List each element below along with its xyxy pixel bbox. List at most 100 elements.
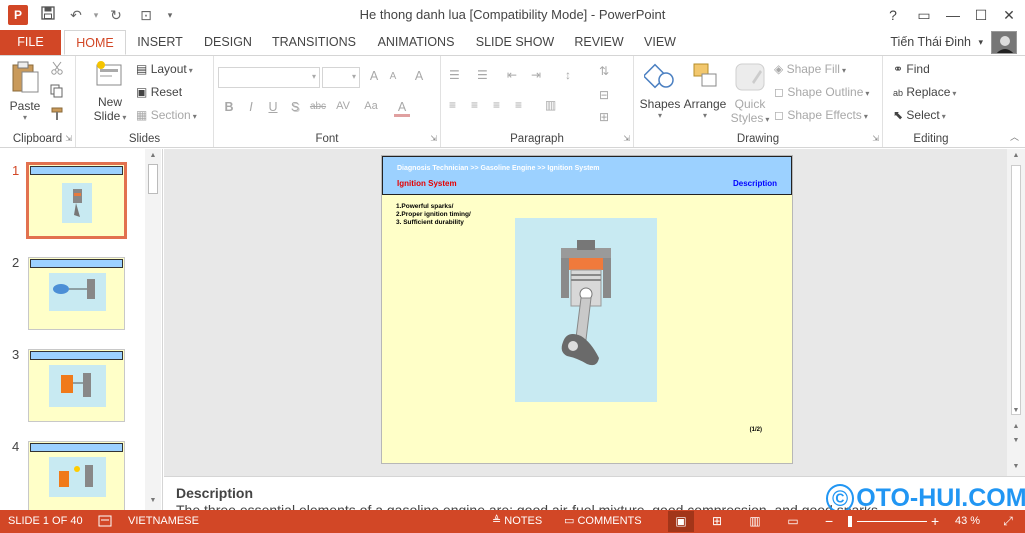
shrink-font-icon[interactable]: A <box>386 71 400 82</box>
slide-thumbnail-1[interactable] <box>26 162 127 239</box>
spelling-icon[interactable] <box>98 510 112 533</box>
slide-section-title[interactable]: Ignition System <box>397 179 457 188</box>
user-name[interactable]: Tiến Thái Đinh <box>890 30 971 54</box>
ribbon-display-options-icon[interactable]: ▭ <box>913 4 935 26</box>
scrollbar-thumb[interactable] <box>148 164 158 194</box>
slideshow-view-icon[interactable]: ▭ <box>780 511 806 532</box>
shape-effects-button[interactable]: ◻ Shape Effects ▾ <box>774 108 868 122</box>
section-button[interactable]: ▦ Section ▾ <box>136 108 197 122</box>
scrollbar-thumb[interactable] <box>1011 165 1021 415</box>
cut-icon[interactable] <box>50 61 64 78</box>
tab-review[interactable]: REVIEW <box>568 30 630 55</box>
slide-point[interactable]: 2.Proper ignition timing/ <box>396 211 471 218</box>
thumbnails-scrollbar[interactable]: ▲ ▼ <box>145 149 161 510</box>
user-menu-chevron-icon[interactable]: ▾ <box>978 30 983 54</box>
close-icon[interactable]: ✕ <box>998 4 1020 26</box>
slide-point[interactable]: 1.Powerful sparks/ <box>396 203 453 210</box>
slide-thumbnail-2[interactable] <box>28 257 125 330</box>
character-spacing-button[interactable]: AV <box>332 100 354 112</box>
slide-point[interactable]: 3. Sufficient durability <box>396 219 464 226</box>
scroll-down-icon[interactable]: ▼ <box>145 494 161 508</box>
bullets-icon[interactable]: ☰ <box>449 68 460 82</box>
align-center-icon[interactable]: ≡ <box>471 98 478 112</box>
new-slide-button[interactable]: New Slide ▾ <box>90 60 130 123</box>
justify-icon[interactable]: ≡ <box>515 98 522 112</box>
paragraph-launcher-icon[interactable]: ⇲ <box>623 134 630 143</box>
font-color-button[interactable]: A <box>394 100 410 117</box>
text-shadow-button[interactable]: S <box>288 100 302 114</box>
shapes-button[interactable]: Shapes ▾ <box>638 60 682 120</box>
format-painter-icon[interactable] <box>50 107 64 124</box>
piston-image[interactable] <box>515 218 657 402</box>
tab-insert[interactable]: INSERT <box>132 30 188 55</box>
bold-button[interactable]: B <box>222 100 236 114</box>
zoom-in-button[interactable]: + <box>931 510 939 533</box>
layout-button[interactable]: ▤ Layout ▾ <box>136 62 193 76</box>
align-left-icon[interactable]: ≡ <box>449 98 456 112</box>
paste-button[interactable]: Paste ▾ <box>6 60 44 122</box>
scroll-up-icon[interactable]: ▲ <box>1007 149 1025 163</box>
shape-fill-button[interactable]: ◈ Shape Fill ▾ <box>774 62 846 76</box>
avatar[interactable] <box>991 31 1017 54</box>
tab-slide-show[interactable]: SLIDE SHOW <box>472 30 558 55</box>
columns-icon[interactable]: ▥ <box>545 98 556 112</box>
notes-body[interactable]: The three essential elements of a gasoli… <box>176 502 882 510</box>
current-slide[interactable]: Diagnosis Technician >> Gasoline Engine … <box>381 155 793 464</box>
tab-animations[interactable]: ANIMATIONS <box>370 30 462 55</box>
zoom-slider[interactable] <box>857 521 927 522</box>
align-right-icon[interactable]: ≡ <box>493 98 500 112</box>
zoom-slider-thumb[interactable] <box>848 516 852 527</box>
maximize-icon[interactable]: ☐ <box>970 4 992 26</box>
align-text-icon[interactable]: ⊟ <box>599 88 609 102</box>
line-spacing-icon[interactable]: ↕ <box>565 68 571 82</box>
language-indicator[interactable]: VIETNAMESE <box>128 510 199 533</box>
smartart-icon[interactable]: ⊞ <box>599 110 609 124</box>
slide-indicator[interactable]: SLIDE 1 OF 40 <box>8 510 83 533</box>
copy-icon[interactable] <box>50 84 64 101</box>
notes-title[interactable]: Description <box>176 485 253 501</box>
scroll-down-icon[interactable]: ▼ <box>1007 404 1025 418</box>
slide-thumbnail-4[interactable] <box>28 441 125 510</box>
previous-slide-icon[interactable]: ▲ <box>1007 420 1025 434</box>
slide-editor-scrollbar[interactable]: ▲ ▼ ▲ ▼ ▼ <box>1007 149 1025 476</box>
scroll-down-icon[interactable]: ▼ <box>1007 460 1025 474</box>
italic-button[interactable]: I <box>244 100 258 114</box>
notes-button[interactable]: ≜ NOTES <box>492 510 542 533</box>
slide-sorter-view-icon[interactable]: ⊞ <box>704 511 730 532</box>
increase-indent-icon[interactable]: ⇥ <box>531 68 541 82</box>
slide-breadcrumb[interactable]: Diagnosis Technician >> Gasoline Engine … <box>397 165 600 172</box>
quick-styles-button[interactable]: Quick Styles ▾ <box>730 60 770 125</box>
help-icon[interactable]: ? <box>882 4 904 26</box>
grow-font-icon[interactable]: A <box>366 69 382 83</box>
tab-transitions[interactable]: TRANSITIONS <box>268 30 360 55</box>
font-name-combo[interactable]: ▾ <box>218 67 320 88</box>
zoom-out-button[interactable]: − <box>825 510 833 533</box>
slide-page-label[interactable]: (1/2) <box>750 427 762 433</box>
underline-button[interactable]: U <box>266 100 280 114</box>
find-button[interactable]: ⚭ Find <box>893 62 930 76</box>
clipboard-launcher-icon[interactable]: ⇲ <box>65 134 72 143</box>
comments-button[interactable]: ▭ COMMENTS <box>564 510 642 533</box>
font-size-combo[interactable]: ▾ <box>322 67 360 88</box>
zoom-level[interactable]: 43 % <box>955 510 980 533</box>
font-launcher-icon[interactable]: ⇲ <box>430 134 437 143</box>
decrease-indent-icon[interactable]: ⇤ <box>507 68 517 82</box>
slide-description-label[interactable]: Description <box>733 179 777 188</box>
text-direction-icon[interactable]: ⇅ <box>599 64 609 78</box>
tab-design[interactable]: DESIGN <box>198 30 258 55</box>
reading-view-icon[interactable]: ▥ <box>742 511 768 532</box>
strikethrough-button[interactable]: abc <box>308 101 328 112</box>
tab-file[interactable]: FILE <box>0 30 61 55</box>
numbering-icon[interactable]: ☰ <box>477 68 488 82</box>
clear-formatting-icon[interactable]: A <box>410 69 428 83</box>
tab-home[interactable]: HOME <box>64 30 126 55</box>
fit-slide-icon[interactable]: ⤢ <box>995 511 1021 532</box>
collapse-ribbon-icon[interactable]: ︿ <box>1010 130 1019 143</box>
slide-thumbnail-3[interactable] <box>28 349 125 422</box>
select-button[interactable]: ⬉ Select ▾ <box>893 108 946 122</box>
change-case-button[interactable]: Aa <box>360 100 382 112</box>
minimize-icon[interactable]: — <box>942 4 964 26</box>
scroll-up-icon[interactable]: ▲ <box>145 149 161 163</box>
next-slide-icon[interactable]: ▼ <box>1007 434 1025 448</box>
normal-view-icon[interactable]: ▣ <box>668 511 694 532</box>
